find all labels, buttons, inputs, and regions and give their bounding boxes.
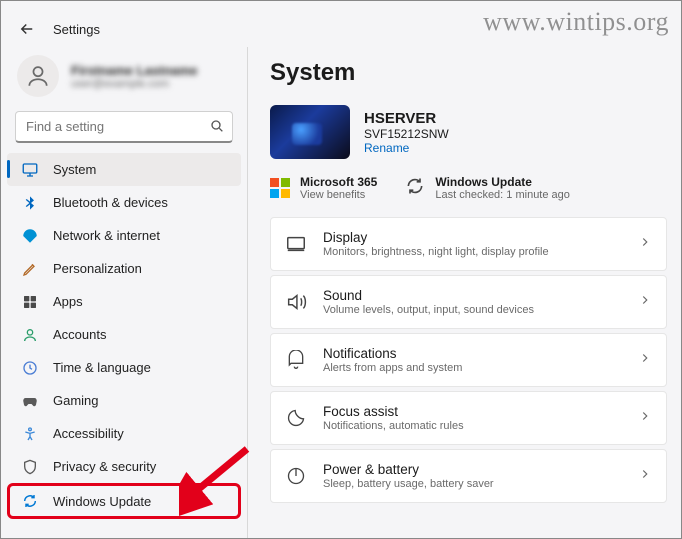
search-input[interactable] [15,111,233,143]
system-icon [21,161,39,179]
sidebar-item-label: System [53,162,96,177]
sidebar: Firstname Lastname user@example.com Syst… [1,47,247,538]
settings-cards: Display Monitors, brightness, night ligh… [270,217,667,523]
device-name: HSERVER [364,110,449,127]
card-title: Power & battery [323,462,622,477]
nav: System Bluetooth & devices Network & int… [7,153,241,519]
status-sub: Last checked: 1 minute ago [435,189,570,201]
accessibility-icon [21,425,39,443]
back-button[interactable] [15,17,39,41]
sidebar-item-label: Accessibility [53,426,124,441]
card-display[interactable]: Display Monitors, brightness, night ligh… [270,217,667,271]
sidebar-item-accessibility[interactable]: Accessibility [7,417,241,450]
status-sub: View benefits [300,189,377,201]
sidebar-item-label: Windows Update [53,494,151,509]
card-focus-assist[interactable]: Focus assist Notifications, automatic ru… [270,391,667,445]
sidebar-item-label: Personalization [53,261,142,276]
card-sound[interactable]: Sound Volume levels, output, input, soun… [270,275,667,329]
sidebar-item-label: Time & language [53,360,151,375]
card-sub: Notifications, automatic rules [323,420,622,432]
chevron-right-icon [638,351,652,370]
device-row: HSERVER SVF15212SNW Rename [270,105,667,159]
sidebar-item-label: Privacy & security [53,459,156,474]
search-icon [209,118,225,139]
arrow-left-icon [18,20,36,38]
status-title: Microsoft 365 [300,175,377,189]
gaming-icon [21,392,39,410]
card-sub: Monitors, brightness, night light, displ… [323,246,622,258]
personalization-icon [21,260,39,278]
chevron-right-icon [638,235,652,254]
accounts-icon [21,326,39,344]
sidebar-item-system[interactable]: System [7,153,241,186]
microsoft-logo-icon [270,178,290,198]
privacy-icon [21,458,39,476]
sidebar-item-label: Apps [53,294,83,309]
sidebar-item-label: Gaming [53,393,99,408]
update-status-icon [405,176,425,201]
device-thumbnail [270,105,350,159]
status-row: Microsoft 365 View benefits Windows Upda… [270,175,667,201]
device-model: SVF15212SNW [364,127,449,141]
sidebar-item-windows-update[interactable]: Windows Update [7,483,241,519]
user-block[interactable]: Firstname Lastname user@example.com [7,47,241,111]
card-notifications[interactable]: Notifications Alerts from apps and syste… [270,333,667,387]
chevron-right-icon [638,293,652,312]
device-rename-link[interactable]: Rename [364,141,449,155]
user-name: Firstname Lastname [71,63,197,78]
chevron-right-icon [638,409,652,428]
sidebar-item-label: Bluetooth & devices [53,195,168,210]
avatar [17,55,59,97]
card-power-battery[interactable]: Power & battery Sleep, battery usage, ba… [270,449,667,503]
sidebar-item-apps[interactable]: Apps [7,285,241,318]
user-email: user@example.com [71,78,197,90]
sidebar-item-privacy[interactable]: Privacy & security [7,450,241,483]
header: Settings [1,1,681,47]
status-title: Windows Update [435,175,570,189]
card-sub: Alerts from apps and system [323,362,622,374]
card-sub: Sleep, battery usage, battery saver [323,478,622,490]
sidebar-item-label: Accounts [53,327,106,342]
header-title: Settings [53,22,100,37]
sound-icon [285,291,307,313]
sidebar-item-accounts[interactable]: Accounts [7,318,241,351]
card-title: Notifications [323,346,622,361]
card-title: Display [323,230,622,245]
bluetooth-icon [21,194,39,212]
sidebar-item-bluetooth[interactable]: Bluetooth & devices [7,186,241,219]
search-wrap [15,111,233,143]
main-content: System HSERVER SVF15212SNW Rename Micros… [247,47,681,538]
page-title: System [270,59,667,87]
sidebar-item-label: Network & internet [53,228,160,243]
time-icon [21,359,39,377]
sidebar-item-personalization[interactable]: Personalization [7,252,241,285]
sidebar-item-network[interactable]: Network & internet [7,219,241,252]
status-windows-update[interactable]: Windows Update Last checked: 1 minute ag… [405,175,570,201]
chevron-right-icon [638,467,652,486]
card-title: Focus assist [323,404,622,419]
display-icon [285,233,307,255]
status-ms365[interactable]: Microsoft 365 View benefits [270,175,377,201]
sidebar-item-gaming[interactable]: Gaming [7,384,241,417]
sidebar-item-time[interactable]: Time & language [7,351,241,384]
notifications-icon [285,349,307,371]
power-icon [285,465,307,487]
user-icon [25,63,51,89]
update-icon [21,492,39,510]
card-sub: Volume levels, output, input, sound devi… [323,304,622,316]
card-title: Sound [323,288,622,303]
apps-icon [21,293,39,311]
focus-icon [285,407,307,429]
network-icon [21,227,39,245]
